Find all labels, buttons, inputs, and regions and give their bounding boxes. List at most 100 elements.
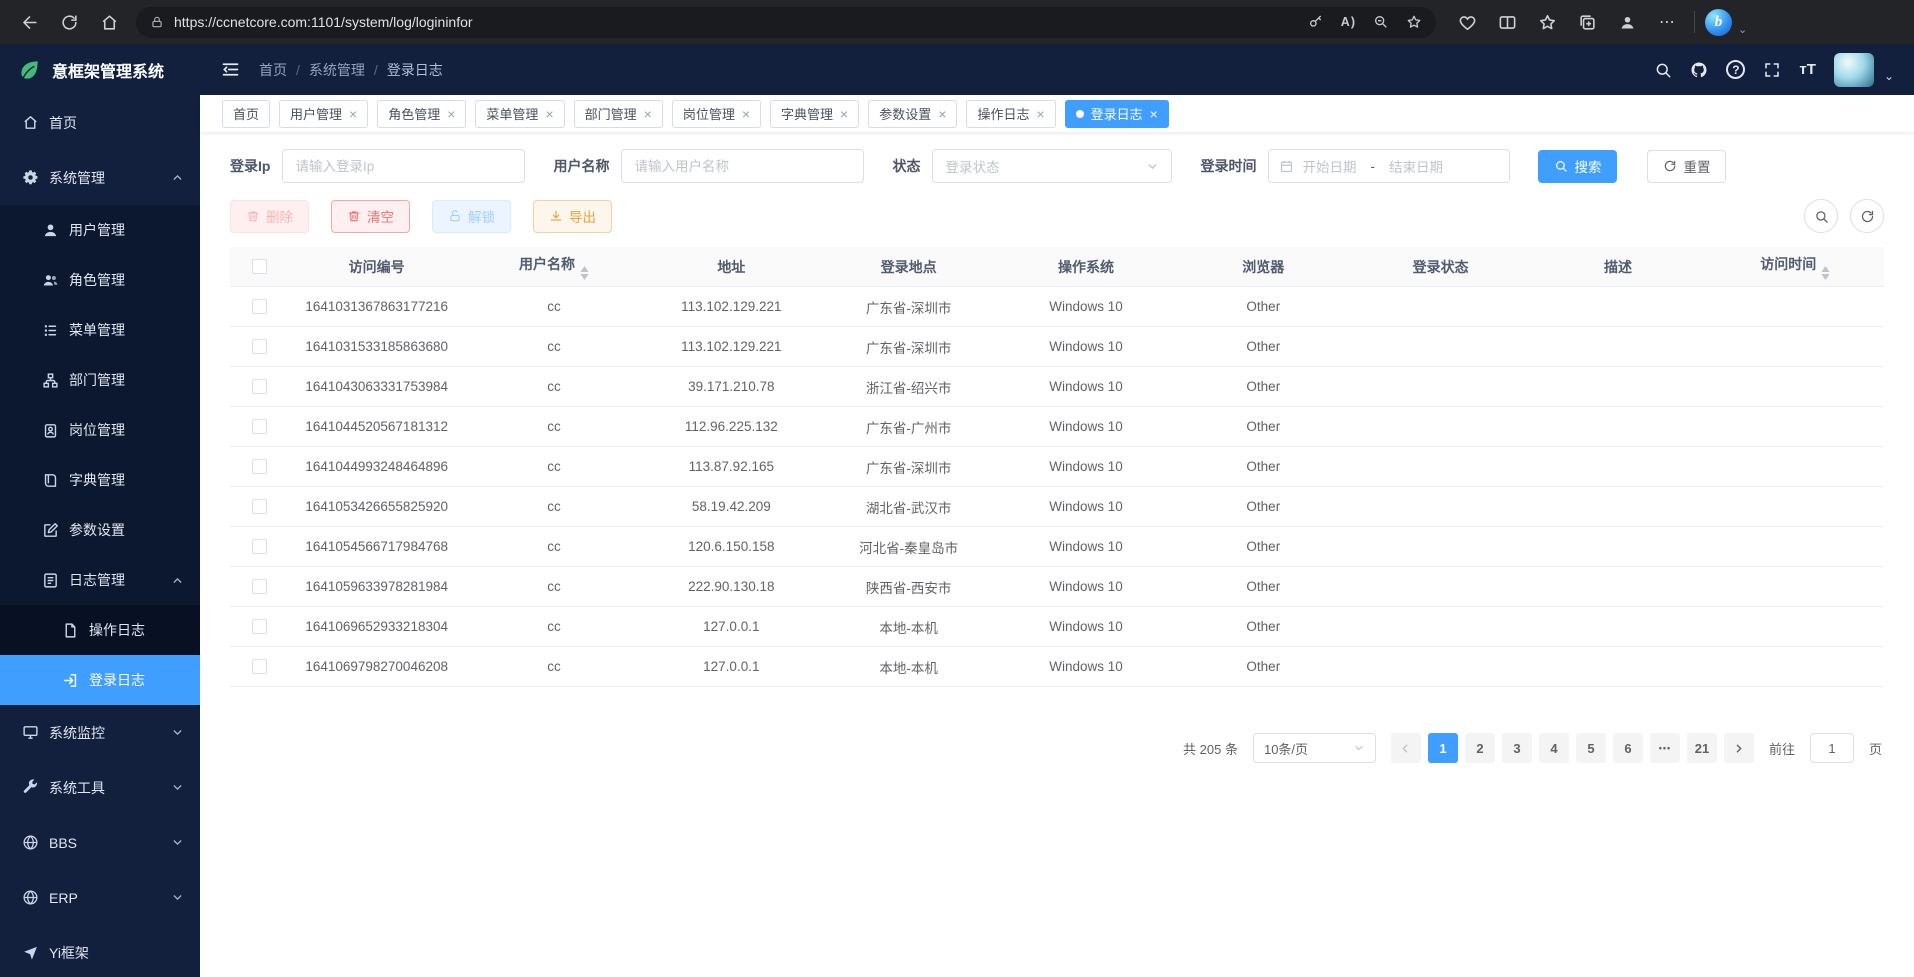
page-button-5[interactable]: 5 — [1576, 733, 1606, 763]
sidebar-item-dict-mgmt[interactable]: 字典管理 — [0, 455, 200, 505]
table-row[interactable]: 1641031533185863680 cc 113.102.129.221 广… — [230, 327, 1884, 367]
row-checkbox[interactable] — [252, 499, 267, 514]
more-pages-button[interactable]: ••• — [1650, 733, 1680, 763]
clear-button[interactable]: 清空 — [331, 200, 410, 233]
close-icon[interactable]: × — [545, 107, 553, 121]
close-icon[interactable]: × — [447, 107, 455, 121]
split-screen-button[interactable] — [1490, 5, 1524, 39]
goto-page-input[interactable] — [1810, 733, 1854, 763]
page-button-21[interactable]: 21 — [1687, 733, 1717, 763]
status-select[interactable]: 登录状态 — [932, 149, 1172, 183]
export-button[interactable]: 导出 — [533, 200, 612, 233]
favorites-button[interactable] — [1530, 5, 1564, 39]
date-range-picker[interactable]: 开始日期 - 结束日期 — [1268, 149, 1510, 183]
prev-page-button[interactable] — [1391, 733, 1421, 763]
username-input[interactable] — [621, 149, 864, 183]
table-row[interactable]: 1641069652933218304 cc 127.0.0.1 本地-本机 W… — [230, 607, 1884, 647]
breadcrumb-home[interactable]: 首页 — [259, 60, 287, 80]
text-size-icon[interactable]: тT — [1799, 61, 1816, 78]
address-bar[interactable]: https://ccnetcore.com:1101/system/log/lo… — [136, 7, 1436, 38]
close-icon[interactable]: × — [349, 107, 357, 121]
breadcrumb-system-mgmt[interactable]: 系统管理 — [309, 60, 365, 80]
sidebar-item-log-mgmt[interactable]: 日志管理 — [0, 555, 200, 605]
unlock-button[interactable]: 解锁 — [432, 200, 511, 233]
browser-menu-button[interactable]: ⋯ — [1650, 5, 1684, 39]
row-checkbox[interactable] — [252, 379, 267, 394]
table-row[interactable]: 1641044993248464896 cc 113.87.92.165 广东省… — [230, 447, 1884, 487]
sidebar-item-param-settings[interactable]: 参数设置 — [0, 505, 200, 555]
sidebar-item-menu-mgmt[interactable]: 菜单管理 — [0, 305, 200, 355]
tab-operation-log[interactable]: 操作日志× — [966, 100, 1055, 128]
page-button-3[interactable]: 3 — [1502, 733, 1532, 763]
tab-dept-mgmt[interactable]: 部门管理× — [574, 100, 663, 128]
table-row[interactable]: 1641053426655825920 cc 58.19.42.209 湖北省-… — [230, 487, 1884, 527]
table-row[interactable]: 1641069798270046208 cc 127.0.0.1 本地-本机 W… — [230, 647, 1884, 687]
copilot-button[interactable]: b — [1705, 9, 1732, 36]
sidebar-item-system-tools[interactable]: 系统工具 — [0, 760, 200, 815]
tab-role-mgmt[interactable]: 角色管理× — [377, 100, 466, 128]
col-username[interactable]: 用户名称 — [465, 254, 642, 280]
sidebar-item-operation-log[interactable]: 操作日志 — [0, 605, 200, 655]
row-checkbox[interactable] — [252, 659, 267, 674]
table-row[interactable]: 1641054566717984768 cc 120.6.150.158 河北省… — [230, 527, 1884, 567]
help-icon[interactable]: ? — [1726, 60, 1745, 79]
table-row[interactable]: 1641031367863177216 cc 113.102.129.221 广… — [230, 287, 1884, 327]
sidebar-item-login-log[interactable]: 登录日志 — [0, 655, 200, 705]
github-icon[interactable] — [1690, 61, 1708, 79]
table-row[interactable]: 1641059633978281984 cc 222.90.130.18 陕西省… — [230, 567, 1884, 607]
sidebar-item-home[interactable]: 首页 — [0, 95, 200, 150]
page-size-select[interactable]: 10条/页 — [1253, 733, 1376, 763]
sidebar-item-dept-mgmt[interactable]: 部门管理 — [0, 355, 200, 405]
close-icon[interactable]: × — [1036, 107, 1044, 121]
avatar[interactable] — [1834, 53, 1874, 87]
row-checkbox[interactable] — [252, 339, 267, 354]
reset-button[interactable]: 重置 — [1647, 150, 1726, 183]
page-button-2[interactable]: 2 — [1465, 733, 1495, 763]
sidebar-item-yi-framework[interactable]: Yi框架 — [0, 925, 200, 977]
read-aloud-icon[interactable]: A) — [1341, 15, 1356, 29]
avatar-caret-icon[interactable]: ⌄ — [1884, 69, 1894, 83]
close-icon[interactable]: × — [644, 107, 652, 121]
next-page-button[interactable] — [1724, 733, 1754, 763]
search-icon[interactable] — [1654, 61, 1672, 79]
delete-button[interactable]: 删除 — [230, 200, 309, 233]
sidebar-item-system-monitor[interactable]: 系统监控 — [0, 705, 200, 760]
row-checkbox[interactable] — [252, 419, 267, 434]
select-all-checkbox[interactable] — [252, 259, 267, 274]
site-info-lock-icon[interactable] — [150, 15, 164, 29]
sidebar-item-bbs[interactable]: BBS — [0, 815, 200, 870]
row-checkbox[interactable] — [252, 579, 267, 594]
row-checkbox[interactable] — [252, 619, 267, 634]
close-icon[interactable]: × — [1150, 107, 1158, 121]
row-checkbox[interactable] — [252, 539, 267, 554]
table-row[interactable]: 1641043063331753984 cc 39.171.210.78 浙江省… — [230, 367, 1884, 407]
sidebar-item-erp[interactable]: ERP — [0, 870, 200, 925]
tab-param-settings[interactable]: 参数设置× — [868, 100, 957, 128]
sidebar-item-user-mgmt[interactable]: 用户管理 — [0, 205, 200, 255]
collections-button[interactable] — [1570, 5, 1604, 39]
browser-profile-button[interactable] — [1610, 5, 1644, 39]
home-button[interactable] — [90, 3, 128, 41]
close-icon[interactable]: × — [742, 107, 750, 121]
close-icon[interactable]: × — [938, 107, 946, 121]
row-checkbox[interactable] — [252, 459, 267, 474]
col-access-time[interactable]: 访问时间 — [1707, 254, 1884, 280]
search-button[interactable]: 搜索 — [1538, 150, 1617, 183]
page-button-1[interactable]: 1 — [1428, 733, 1458, 763]
tab-dict-mgmt[interactable]: 字典管理× — [770, 100, 859, 128]
sidebar-item-role-mgmt[interactable]: 角色管理 — [0, 255, 200, 305]
browser-essentials-button[interactable] — [1450, 5, 1484, 39]
row-checkbox[interactable] — [252, 299, 267, 314]
toggle-search-button[interactable] — [1804, 199, 1838, 233]
tab-post-mgmt[interactable]: 岗位管理× — [672, 100, 761, 128]
menu-fold-icon[interactable] — [220, 59, 241, 80]
tab-home[interactable]: 首页 — [222, 100, 270, 128]
page-button-4[interactable]: 4 — [1539, 733, 1569, 763]
sidebar-item-system-mgmt[interactable]: 系统管理 — [0, 150, 200, 205]
add-favorite-star-icon[interactable] — [1406, 14, 1422, 30]
refresh-button[interactable] — [50, 3, 88, 41]
sidebar-item-post-mgmt[interactable]: 岗位管理 — [0, 405, 200, 455]
close-icon[interactable]: × — [840, 107, 848, 121]
sort-carets-icon[interactable] — [580, 266, 589, 280]
refresh-table-button[interactable] — [1850, 199, 1884, 233]
